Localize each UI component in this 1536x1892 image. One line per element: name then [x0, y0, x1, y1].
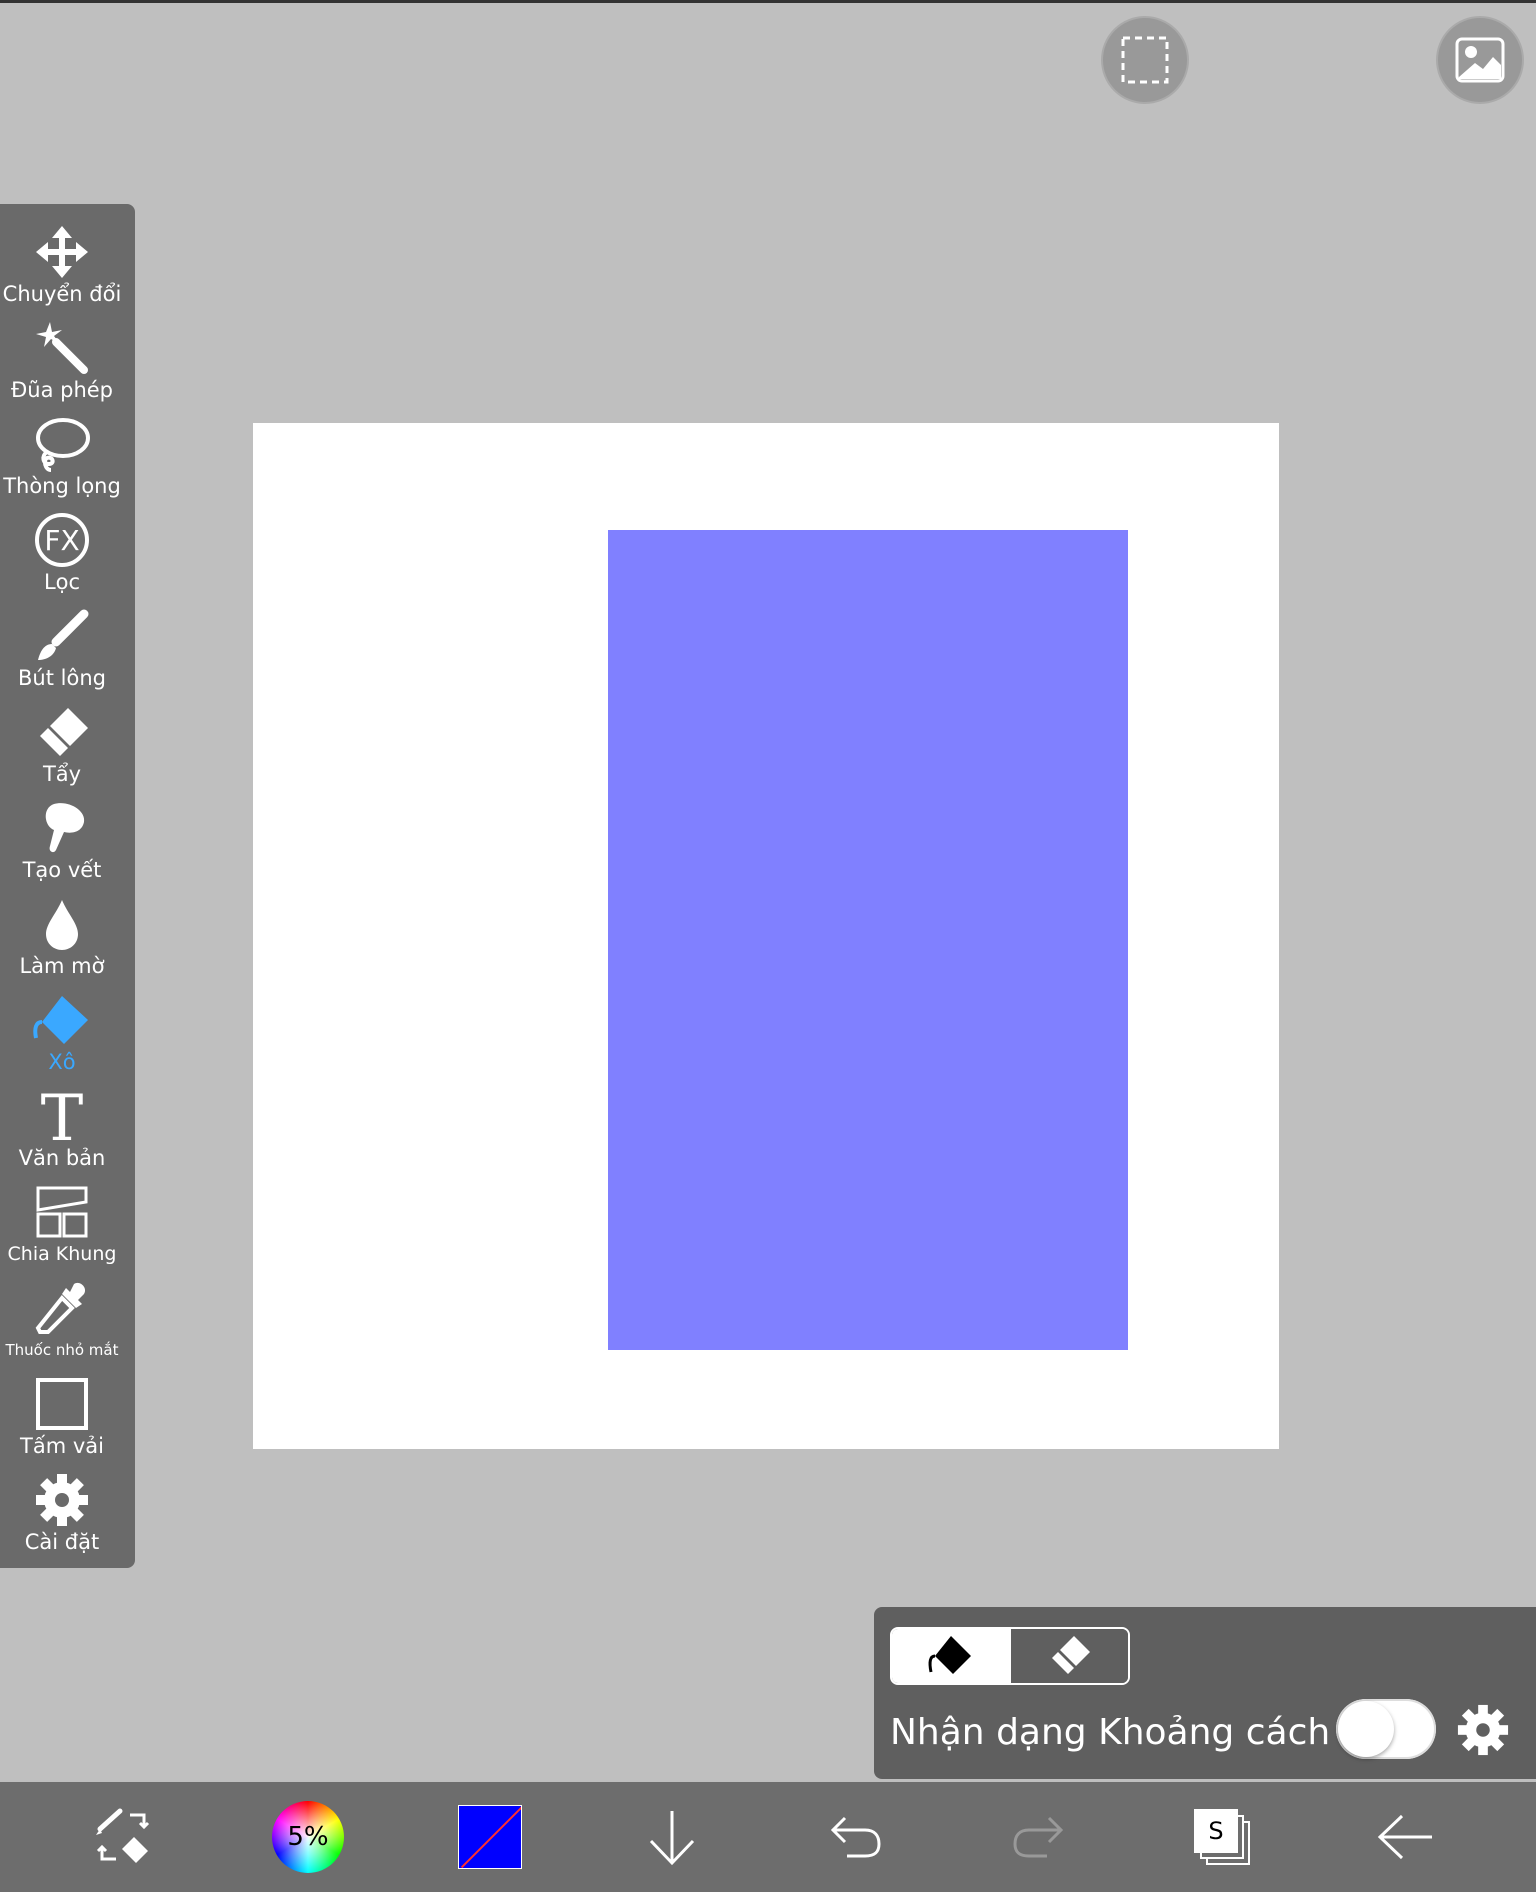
tool-sidebar: Chuyển đổi Đũa phép Thòng lọng FX Lọc Bú… [0, 204, 135, 1568]
tool-label: Chuyển đổi [2, 282, 122, 306]
redo-button[interactable] [988, 1782, 1088, 1892]
gear-icon [1457, 1704, 1509, 1756]
tool-label: Tấm vải [20, 1434, 104, 1458]
bucket-icon [33, 996, 88, 1044]
bucket-settings-button[interactable] [1456, 1703, 1510, 1761]
filled-rectangle [608, 530, 1128, 1350]
canvas-icon [36, 1378, 88, 1430]
tool-eraser[interactable]: Tẩy [0, 702, 124, 798]
fx-filter-icon: FX [35, 513, 89, 567]
tool-label: Đũa phép [10, 378, 114, 402]
text-icon: T [41, 1086, 84, 1146]
tool-label: Tẩy [42, 762, 82, 786]
undo-button[interactable] [806, 1782, 906, 1892]
color-wheel-icon: 5% [272, 1801, 344, 1873]
tool-bucket[interactable]: Xô [0, 990, 124, 1086]
bucket-options-panel: Nhận dạng Khoảng cách [874, 1607, 1536, 1779]
gear-icon [36, 1474, 88, 1526]
brush-opacity-label: 5% [287, 1822, 329, 1852]
back-button[interactable] [1356, 1782, 1456, 1892]
bucket-icon [928, 1636, 971, 1674]
current-color-swatch[interactable] [440, 1782, 540, 1892]
selection-button[interactable] [1101, 16, 1189, 104]
fill-mode-bucket[interactable] [892, 1629, 1009, 1683]
redo-icon [1013, 1816, 1064, 1858]
tool-label: Lọc [43, 570, 81, 594]
svg-text:FX: FX [44, 524, 79, 557]
drawing-canvas[interactable] [253, 423, 1279, 1449]
lasso-icon [36, 418, 90, 472]
tool-label: Chia Khung [7, 1243, 117, 1265]
eraser-icon [1051, 1636, 1090, 1674]
undo-icon [830, 1816, 881, 1858]
arrow-left-icon [1377, 1814, 1432, 1860]
tool-label: Cài đặt [24, 1530, 100, 1554]
tool-filter[interactable]: FX Lọc [0, 510, 124, 606]
tool-transform[interactable]: Chuyển đổi [0, 222, 124, 318]
tool-label: Tạo vết [22, 858, 102, 882]
tool-settings[interactable]: Cài đặt [0, 1470, 124, 1566]
tool-label: Thuốc nhỏ mắt [5, 1341, 119, 1359]
tool-label: Thòng lọng [3, 474, 121, 498]
eraser-icon [40, 708, 88, 756]
layers-label: S [1194, 1809, 1238, 1853]
smudge-icon [45, 803, 85, 853]
tool-eyedropper[interactable]: Thuốc nhỏ mắt [0, 1278, 124, 1374]
tool-label: Làm mờ [19, 954, 105, 978]
tool-text[interactable]: T Văn bản [0, 1086, 124, 1182]
tool-brush[interactable]: Bút lông [0, 606, 124, 702]
layers-icon: S [1194, 1809, 1250, 1865]
toggle-knob [1338, 1701, 1394, 1757]
eyedropper-icon [35, 1282, 86, 1334]
fill-mode-eraser[interactable] [1009, 1629, 1128, 1683]
magic-wand-icon [36, 322, 88, 374]
fill-mode-segmented-control [890, 1627, 1130, 1685]
top-border [0, 0, 1536, 3]
bottom-toolbar: 5% S [0, 1782, 1536, 1892]
svg-text:T: T [41, 1086, 84, 1146]
tool-label: Xô [48, 1050, 76, 1074]
distance-detection-toggle[interactable] [1336, 1699, 1436, 1759]
frame-divider-icon [36, 1186, 88, 1238]
selection-rect-icon [1121, 36, 1169, 84]
tool-label: Bút lông [18, 666, 106, 690]
swap-brush-eraser-icon [96, 1808, 150, 1863]
color-wheel-button[interactable]: 5% [258, 1782, 358, 1892]
tool-lasso[interactable]: Thòng lọng [0, 414, 124, 510]
gallery-button[interactable] [1436, 16, 1524, 104]
tool-smudge[interactable]: Tạo vết [0, 798, 124, 894]
tool-blur[interactable]: Làm mờ [0, 894, 124, 990]
brush-icon [38, 609, 89, 660]
tool-frame-divider[interactable]: Chia Khung [0, 1182, 124, 1278]
brush-eraser-swap-button[interactable] [74, 1782, 174, 1892]
layers-button[interactable]: S [1172, 1782, 1272, 1892]
tool-magic-wand[interactable]: Đũa phép [0, 318, 124, 414]
arrow-down-icon [649, 1811, 695, 1866]
color-swatch [458, 1805, 522, 1869]
download-button[interactable] [622, 1782, 722, 1892]
tool-label: Văn bản [18, 1146, 106, 1170]
distance-detection-label: Nhận dạng Khoảng cách [890, 1712, 1331, 1753]
blur-drop-icon [46, 900, 78, 950]
image-icon [1455, 37, 1505, 83]
move-icon [36, 226, 88, 278]
tool-canvas[interactable]: Tấm vải [0, 1374, 124, 1470]
